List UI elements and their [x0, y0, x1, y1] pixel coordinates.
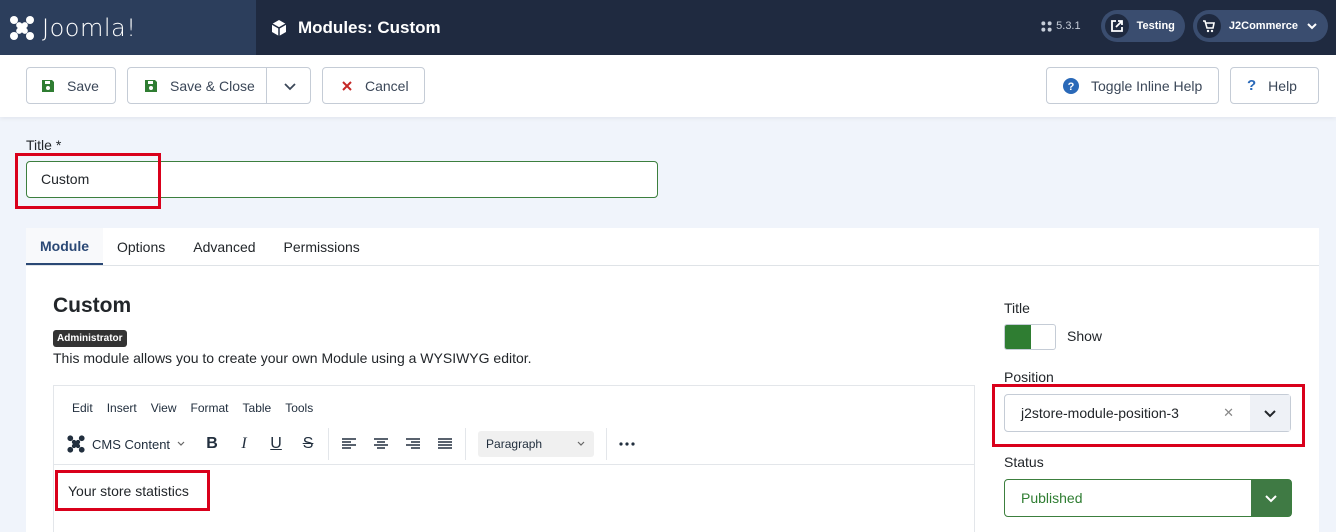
chevron-down-icon: [283, 82, 296, 90]
tab-permissions[interactable]: Permissions: [270, 228, 374, 265]
justify-button[interactable]: [431, 430, 459, 458]
toggle-on-indicator: [1005, 325, 1031, 349]
ellipsis-icon: [619, 442, 635, 446]
module-edit-panel: Module Options Advanced Permissions Cust…: [26, 228, 1319, 532]
user-menu-label: J2Commerce: [1228, 20, 1298, 32]
align-center-icon: [374, 438, 389, 449]
toggle-state-label: Show: [1067, 328, 1103, 344]
cube-icon: [271, 19, 287, 36]
editor-menubar: Edit Insert View Format Table Tools: [72, 401, 313, 415]
save-options-dropdown[interactable]: [268, 68, 311, 103]
floppy-disk-icon: [41, 79, 55, 93]
align-left-button[interactable]: [335, 430, 363, 458]
clear-icon[interactable]: ✕: [1223, 405, 1234, 421]
align-left-icon: [342, 438, 357, 449]
align-center-button[interactable]: [367, 430, 395, 458]
page-title-text: Modules: Custom: [298, 17, 441, 37]
version-info: 5.3.1: [1041, 20, 1081, 32]
position-dropdown-arrow[interactable]: [1250, 395, 1290, 431]
inline-help-label: Toggle Inline Help: [1091, 77, 1203, 94]
editor-divider: [54, 464, 974, 465]
tab-options[interactable]: Options: [103, 228, 179, 265]
editor-toolbar: CMS Content B I U S Paragraph: [66, 428, 966, 460]
save-label: Save: [67, 77, 99, 94]
title-show-label: Title: [1004, 300, 1030, 316]
underline-button[interactable]: U: [262, 430, 290, 458]
brand-name: Joomla!: [42, 13, 137, 42]
block-format-value: Paragraph: [486, 437, 543, 451]
align-right-icon: [406, 438, 421, 449]
title-label: Title *: [26, 137, 62, 153]
title-input[interactable]: Custom: [26, 161, 658, 198]
chevron-down-icon: [1265, 495, 1277, 503]
external-link-icon: [1104, 14, 1129, 38]
help-button[interactable]: ? Help: [1230, 67, 1319, 104]
close-icon: [341, 80, 353, 92]
status-label: Status: [1004, 454, 1044, 470]
chevron-down-icon: [177, 441, 185, 446]
save-close-button[interactable]: Save & Close: [128, 68, 267, 103]
module-heading: Custom: [53, 294, 132, 317]
menu-insert[interactable]: Insert: [107, 401, 137, 415]
status-select[interactable]: Published: [1004, 479, 1292, 517]
admin-header: Joomla! Modules: Custom 5.3.1 Testing J2…: [0, 0, 1336, 55]
more-options-button[interactable]: [613, 430, 641, 458]
editor-content[interactable]: Your store statistics: [68, 483, 189, 499]
question-icon: ?: [1247, 77, 1257, 94]
justify-icon: [438, 438, 453, 449]
align-right-button[interactable]: [399, 430, 427, 458]
block-format-select[interactable]: Paragraph: [478, 431, 595, 457]
site-link-button[interactable]: Testing: [1100, 10, 1185, 42]
status-value: Published: [1021, 490, 1083, 506]
joomla-small-icon: [1041, 20, 1052, 32]
tab-bar: Module Options Advanced Permissions: [26, 228, 1319, 266]
status-dropdown-arrow[interactable]: [1251, 480, 1291, 516]
position-select[interactable]: j2store-module-position-3 ✕: [1004, 394, 1291, 432]
tab-advanced[interactable]: Advanced: [179, 228, 269, 265]
chevron-down-icon: [1307, 23, 1317, 30]
module-description: This module allows you to create your ow…: [53, 350, 532, 366]
cart-icon: [1196, 14, 1221, 38]
toggle-inline-help-button[interactable]: ? Toggle Inline Help: [1046, 67, 1219, 104]
cms-content-label: CMS Content: [92, 436, 171, 452]
chevron-down-icon: [1264, 410, 1276, 418]
position-value: j2store-module-position-3: [1021, 405, 1179, 421]
site-link-label: Testing: [1136, 20, 1175, 32]
cancel-label: Cancel: [365, 77, 409, 94]
position-label: Position: [1004, 369, 1054, 385]
menu-edit[interactable]: Edit: [72, 401, 93, 415]
menu-view[interactable]: View: [151, 401, 177, 415]
split-divider: [266, 68, 267, 103]
strikethrough-button[interactable]: S: [294, 430, 322, 458]
version-text: 5.3.1: [1056, 20, 1081, 32]
floppy-disk-icon: [144, 79, 158, 93]
save-close-group: Save & Close: [127, 67, 311, 104]
chevron-down-icon: [577, 441, 585, 446]
help-label: Help: [1268, 77, 1297, 94]
menu-tools[interactable]: Tools: [285, 401, 313, 415]
client-badge: Administrator: [53, 330, 127, 347]
page-title: Modules: Custom: [270, 18, 441, 38]
italic-button[interactable]: I: [230, 430, 258, 458]
joomla-logo[interactable]: Joomla!: [0, 0, 256, 55]
cancel-button[interactable]: Cancel: [322, 67, 425, 104]
bold-button[interactable]: B: [198, 430, 226, 458]
save-close-label: Save & Close: [170, 77, 255, 94]
user-menu-button[interactable]: J2Commerce: [1192, 10, 1328, 42]
tab-module[interactable]: Module: [26, 228, 103, 265]
menu-table[interactable]: Table: [243, 401, 272, 415]
cms-content-dropdown[interactable]: CMS Content: [66, 434, 186, 454]
save-button[interactable]: Save: [26, 67, 116, 104]
menu-format[interactable]: Format: [191, 401, 229, 415]
joomla-logo-icon: [10, 15, 34, 40]
title-show-toggle[interactable]: [1004, 324, 1056, 350]
wysiwyg-editor: Edit Insert View Format Table Tools CMS …: [53, 385, 975, 532]
joomla-small-icon: [67, 435, 85, 453]
svg-text:?: ?: [1068, 81, 1075, 93]
question-circle-icon: ?: [1063, 77, 1079, 94]
action-toolbar: Save Save & Close Cancel ? Toggle Inline…: [0, 55, 1336, 117]
